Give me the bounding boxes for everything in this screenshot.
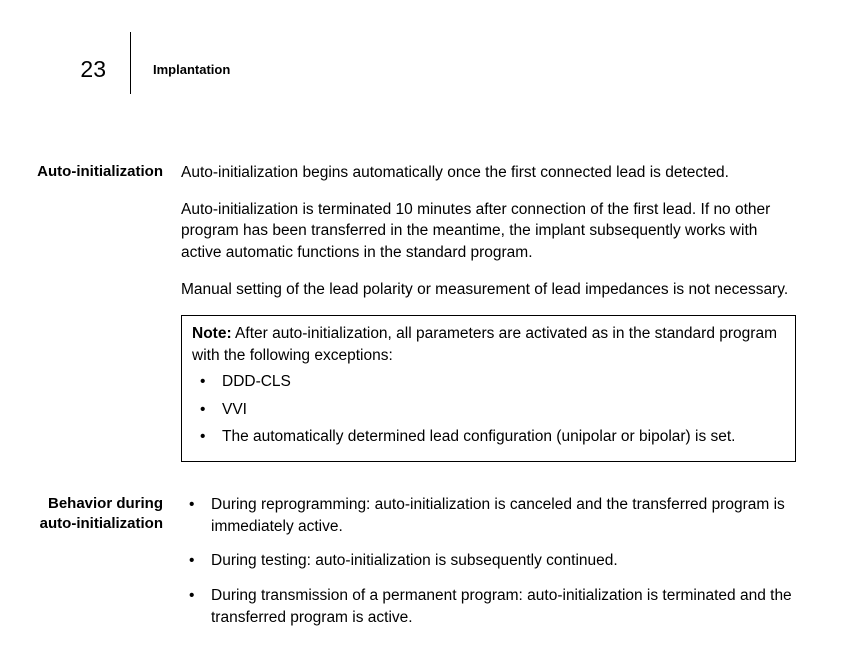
- page-content: Auto-initialization Auto-initialization …: [0, 94, 862, 641]
- note-intro: Note: After auto-initialization, all par…: [192, 323, 785, 366]
- body-bullet: During testing: auto-initialization is s…: [181, 550, 796, 572]
- body-bullet-list: During reprogramming: auto-initializatio…: [181, 494, 796, 628]
- section-behavior: Behavior during auto-initialization Duri…: [0, 494, 862, 641]
- chapter-title: Implantation: [131, 48, 230, 77]
- page-header: 23 Implantation: [0, 0, 862, 94]
- section-label: Behavior during auto-initialization: [0, 494, 181, 641]
- note-bullet: DDD-CLS: [192, 371, 785, 393]
- section-body: During reprogramming: auto-initializatio…: [181, 494, 826, 641]
- note-bullet: The automatically determined lead config…: [192, 426, 785, 448]
- note-label: Note:: [192, 325, 232, 342]
- page-number: 23: [0, 48, 130, 83]
- label-line: Behavior during: [48, 495, 163, 512]
- body-bullet: During reprogramming: auto-initializatio…: [181, 494, 796, 537]
- note-bullet: VVI: [192, 399, 785, 421]
- section-label: Auto-initialization: [0, 162, 181, 480]
- note-text: After auto-initialization, all parameter…: [192, 325, 777, 364]
- paragraph: Auto-initialization begins automatically…: [181, 162, 796, 184]
- note-bullet-list: DDD-CLS VVI The automatically determined…: [192, 371, 785, 448]
- label-line: auto-initialization: [40, 515, 163, 532]
- section-body: Auto-initialization begins automatically…: [181, 162, 826, 480]
- paragraph: Manual setting of the lead polarity or m…: [181, 279, 796, 301]
- paragraph: Auto-initialization is terminated 10 min…: [181, 199, 796, 264]
- body-bullet: During transmission of a permanent progr…: [181, 585, 796, 628]
- section-auto-initialization: Auto-initialization Auto-initialization …: [0, 162, 862, 480]
- note-box: Note: After auto-initialization, all par…: [181, 315, 796, 461]
